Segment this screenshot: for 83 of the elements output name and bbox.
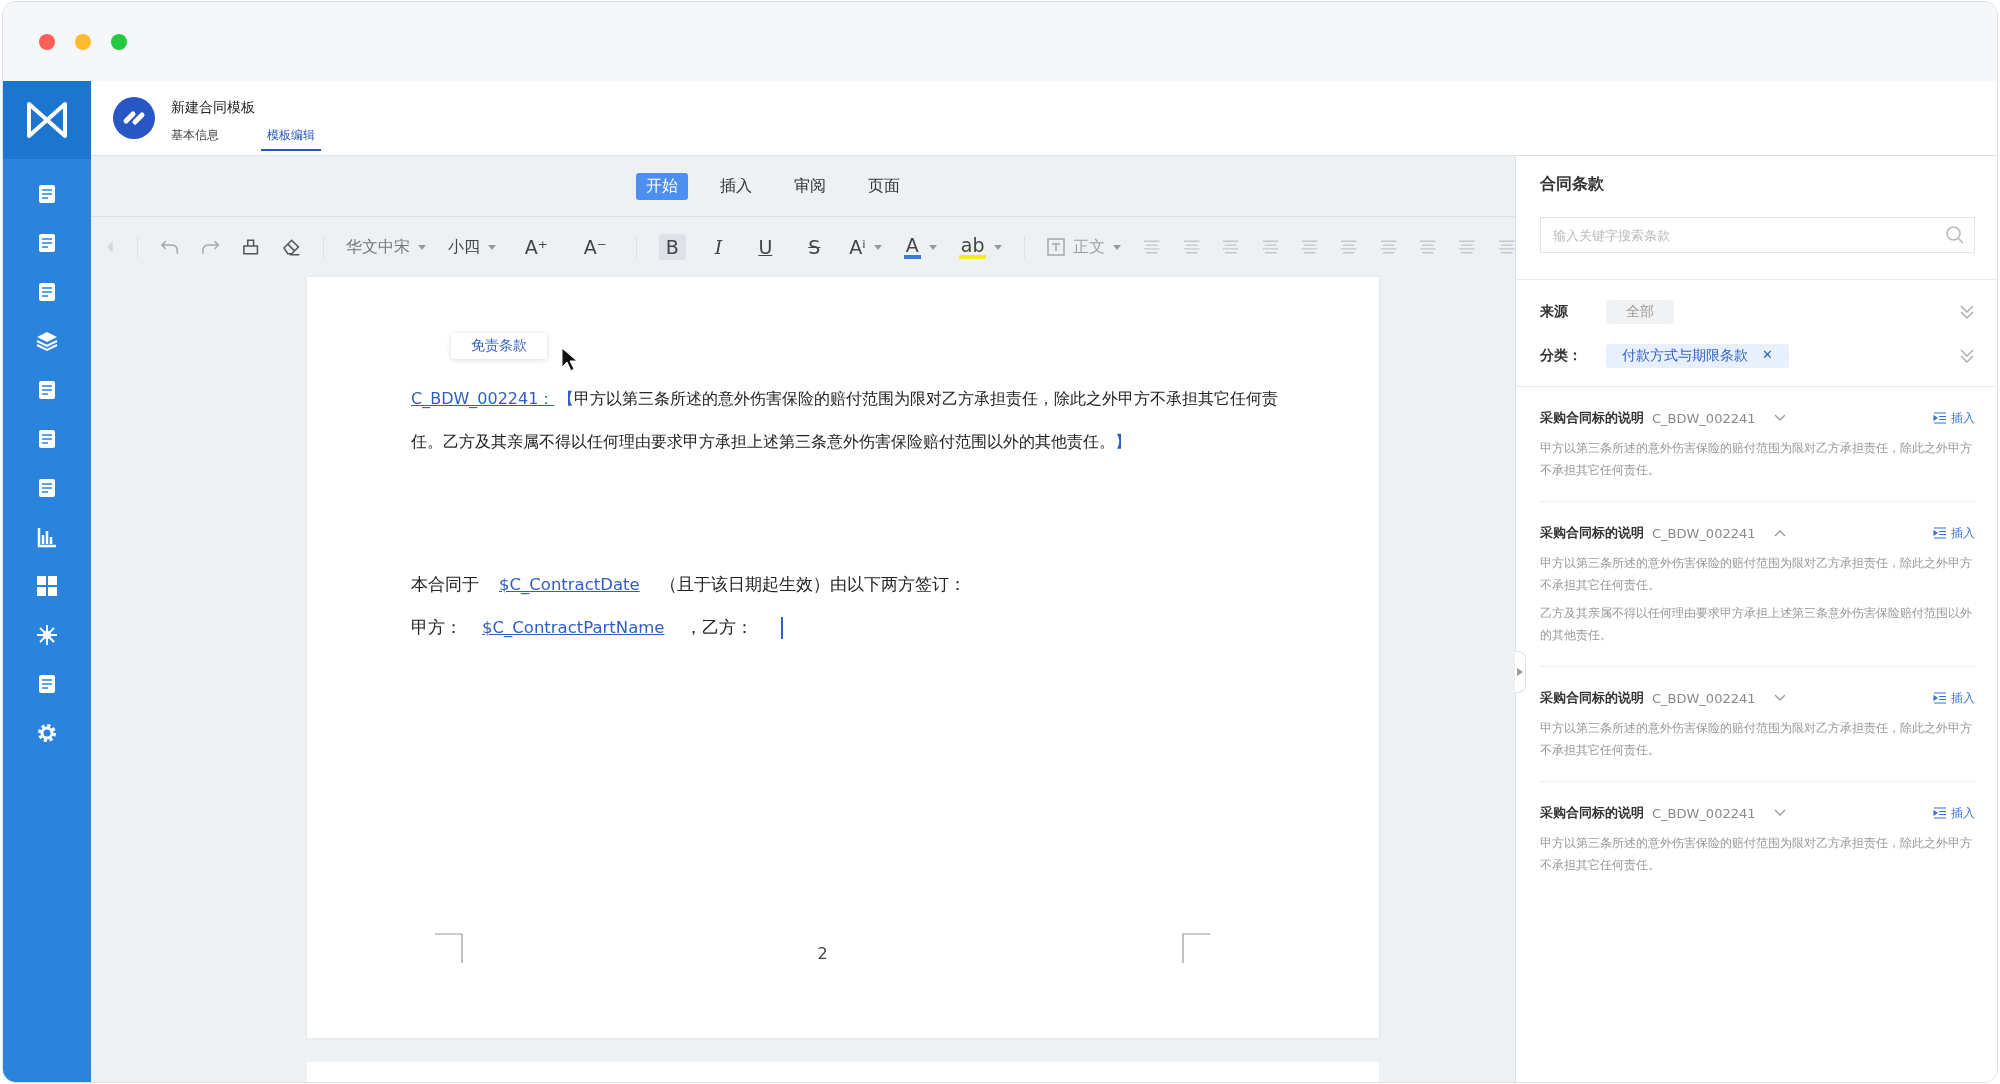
text-cursor (780, 616, 783, 639)
redo-icon[interactable] (200, 239, 221, 255)
tooltip: 免责条款 (451, 333, 547, 359)
expand-icon[interactable] (1959, 304, 1975, 320)
panel-title: 合同条款 (1540, 174, 1605, 195)
format-button[interactable]: I (707, 234, 730, 260)
script-button[interactable]: Aⁱ (849, 236, 882, 258)
insert-link[interactable]: 插入 (1933, 524, 1975, 542)
window-control[interactable] (111, 33, 127, 50)
field-link[interactable]: $C_ContractPartName (482, 606, 665, 649)
mouse-pointer-icon (561, 347, 579, 373)
insert-link[interactable]: 插入 (1933, 689, 1975, 707)
clause-text: 甲方以第三条所述的意外伤害保险的赔付范围为限对乙方承担责任，除此之外甲方不承担其它任何责任。 (1540, 555, 1973, 594)
layers-icon[interactable] (36, 330, 58, 352)
format-painter-icon[interactable] (242, 238, 260, 256)
insert-icon (1933, 412, 1947, 424)
chevron-down-icon[interactable] (1773, 694, 1786, 702)
margin-mark-icon (435, 933, 463, 964)
clause-name: 采购合同标的说明 (1540, 524, 1644, 542)
chevron-up-icon[interactable] (1773, 529, 1786, 537)
search-field[interactable]: 输入关键字搜索条款 (1540, 217, 1975, 253)
network-icon[interactable] (36, 624, 58, 646)
clause-code: C_BDW_002241 (1652, 525, 1756, 541)
format-button[interactable]: S (801, 234, 828, 260)
clause-text: 甲方以第三条所述的意外伤害保险的赔付范围为限对乙方承担责任，除此之外甲方不承担其它任何责任。 (1540, 720, 1973, 759)
filter-tag-label: 付款方式与期限条款 (1622, 347, 1748, 365)
menu-tab[interactable]: 页面 (858, 172, 910, 200)
font-dropdown[interactable]: 华文中宋 (345, 236, 426, 258)
collapse-handle[interactable] (1515, 651, 1526, 693)
document-text: 本合同于 (411, 574, 479, 596)
insert-icon (1933, 807, 1947, 819)
header-tab[interactable]: 基本信息 (171, 127, 225, 151)
clause-text: 乙方及其亲属不得以任何理由要求甲方承担上述第三条意外伤害保险赔付范围以外的其他责任。 (1540, 605, 1973, 644)
document-text: （且于该日期起生效）由以下两方签订： (659, 574, 966, 596)
color-button[interactable]: A (903, 235, 937, 259)
font-size-button[interactable]: A⁻ (576, 234, 614, 260)
window-control[interactable] (75, 33, 91, 50)
header-tab[interactable]: 模板编辑 (261, 127, 321, 151)
filter-label: 分类： (1540, 347, 1583, 365)
settings-icon[interactable] (36, 722, 58, 744)
insert-link[interactable]: 插入 (1933, 804, 1975, 822)
clause-name: 采购合同标的说明 (1540, 409, 1644, 427)
document-text: 甲方： (411, 617, 462, 639)
document-text: ，乙方： (684, 617, 753, 639)
clause-code-link[interactable]: C_BDW_002241： (411, 389, 555, 408)
grid-icon[interactable] (36, 575, 58, 597)
document-icon[interactable] (36, 183, 58, 205)
format-button[interactable]: U (751, 234, 780, 260)
logo-icon (25, 100, 69, 140)
bar-chart-icon[interactable] (36, 526, 58, 548)
clause-text: 甲方以第三条所述的意外伤害保险的赔付范围为限对乙方承担责任，除此之外甲方不承担其它任何责任。 (1540, 835, 1973, 874)
size-dropdown[interactable]: 小四 (447, 236, 496, 258)
clause-text: 甲方以第三条所述的意外伤害保险的赔付范围为限对乙方承担责任，除此之外甲方不承担其它任何责任。 (1540, 440, 1973, 479)
clause-paragraph: C_BDW_002241： 【甲方以第三条所述的意外伤害保险的赔付范围为限对乙方承担责任，除此之外甲方不承担其它任何责任。乙方及其亲属不得以任何理由要求甲方承担上述第三条意外伤害保险赔付范围以外的其他责任。】 (411, 388, 1280, 453)
insert-link[interactable]: 插入 (1933, 409, 1975, 427)
menu-tab[interactable]: 插入 (710, 172, 762, 200)
eraser-icon[interactable] (281, 238, 301, 256)
chevron-down-icon[interactable] (1773, 414, 1786, 422)
field-link[interactable]: $C_ContractDate (499, 563, 640, 606)
text-style-icon (1047, 238, 1066, 256)
undo-icon[interactable] (159, 239, 179, 255)
remove-button[interactable]: ✕ (1762, 347, 1773, 365)
clause-name: 采购合同标的说明 (1540, 804, 1644, 822)
clause-name: 采购合同标的说明 (1540, 689, 1644, 707)
window-control[interactable] (39, 33, 55, 50)
chevron-down-icon[interactable] (1773, 809, 1786, 817)
menu-tab[interactable]: 审阅 (784, 172, 836, 200)
clause-code: C_BDW_002241 (1652, 690, 1756, 706)
clause-code: C_BDW_002241 (1652, 410, 1756, 426)
insert-icon (1933, 692, 1947, 704)
font-size-button[interactable]: A⁺ (517, 234, 555, 260)
expand-icon[interactable] (1959, 348, 1975, 364)
align-left-icon[interactable] (1143, 239, 1161, 255)
page-title: 新建合同模板 (171, 99, 256, 117)
color-button[interactable]: ab (958, 235, 1003, 259)
format-button[interactable]: B (658, 234, 686, 260)
insert-icon (1933, 527, 1947, 539)
filter-label: 来源 (1540, 303, 1569, 321)
search-icon[interactable] (1945, 225, 1965, 245)
app-avatar-icon (113, 97, 155, 139)
clause-code: C_BDW_002241 (1652, 805, 1756, 821)
margin-mark-icon (1182, 933, 1210, 964)
page-number: 2 (817, 944, 828, 964)
